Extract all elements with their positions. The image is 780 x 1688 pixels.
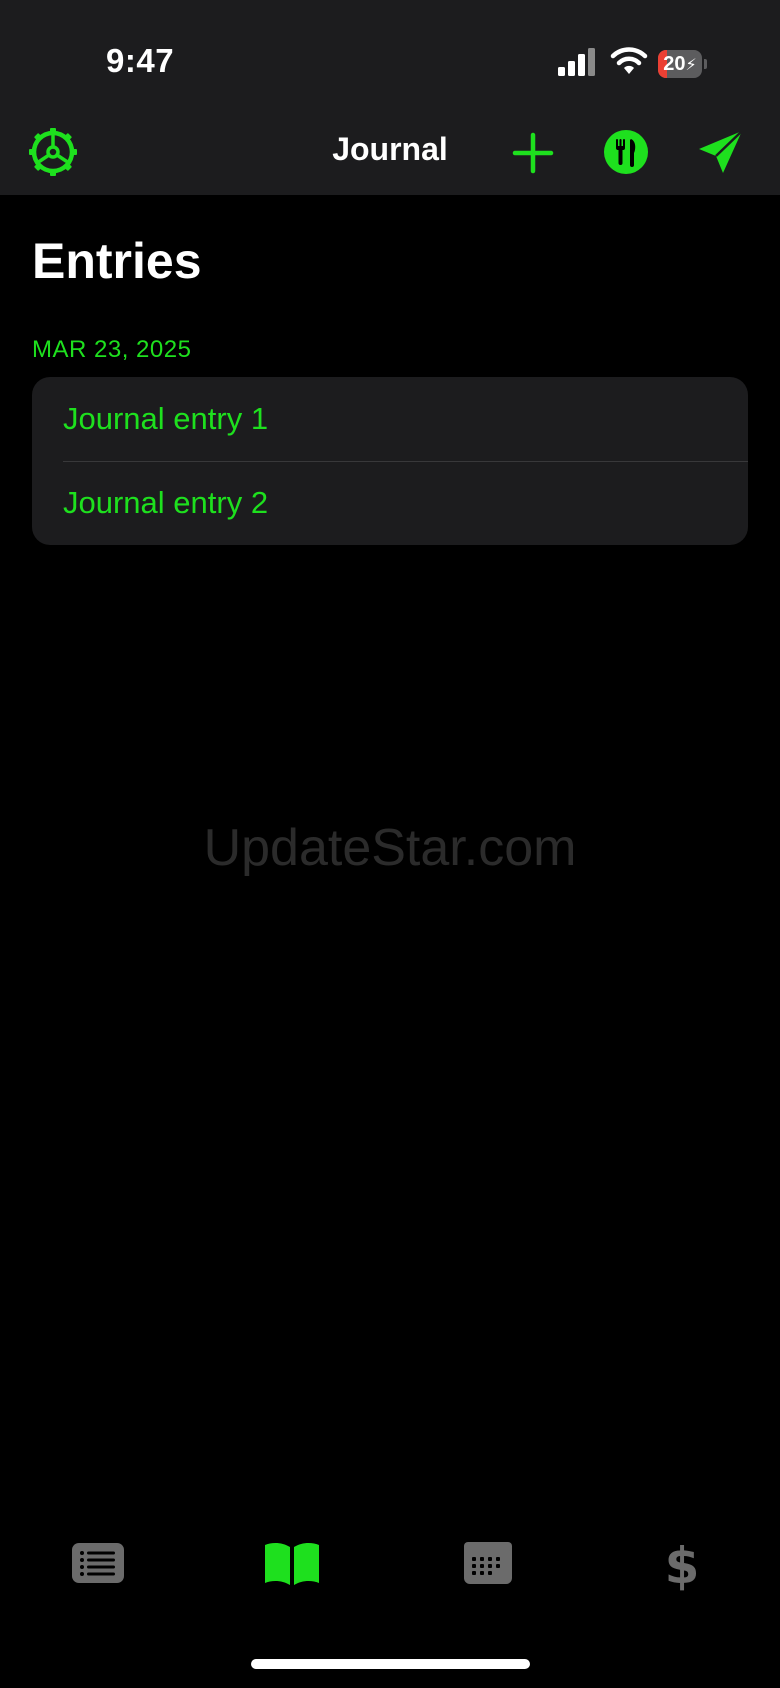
- battery-indicator: 20⚡: [658, 50, 708, 78]
- tab-book-icon[interactable]: [262, 1535, 322, 1591]
- journal-entry-title: Journal entry 2: [63, 485, 269, 520]
- gear-icon[interactable]: [28, 127, 78, 177]
- tab-dollar-icon[interactable]: $: [652, 1535, 712, 1591]
- tab-list-icon[interactable]: [68, 1535, 128, 1591]
- section-date-header: MAR 23, 2025: [32, 336, 192, 363]
- fork-knife-icon[interactable]: [601, 127, 651, 177]
- nav-title: Journal: [332, 131, 448, 167]
- home-indicator[interactable]: [251, 1659, 530, 1669]
- battery-percentage: 20: [663, 53, 686, 75]
- charging-bolt-icon: ⚡: [685, 57, 697, 74]
- journal-entry-row[interactable]: Journal entry 1: [32, 377, 748, 461]
- watermark-text: UpdateStar.com: [203, 819, 577, 877]
- battery-tip: [704, 59, 707, 69]
- top-bar: 9:47 20⚡ Journal: [0, 0, 780, 195]
- paper-plane-icon[interactable]: [696, 127, 746, 177]
- wifi-icon: [610, 47, 648, 74]
- cellular-signal-icon: [558, 48, 595, 76]
- journal-entry-list: Journal entry 1 Journal entry 2: [32, 377, 748, 545]
- status-time: 9:47: [106, 42, 175, 79]
- journal-entry-title: Journal entry 1: [63, 401, 269, 436]
- battery-body: 20⚡: [658, 50, 702, 78]
- svg-text:$: $: [665, 1537, 700, 1591]
- journal-entry-row[interactable]: Journal entry 2: [32, 461, 748, 545]
- tab-calendar-icon[interactable]: [458, 1535, 518, 1591]
- plus-icon[interactable]: [508, 128, 558, 178]
- page-title: Entries: [32, 233, 202, 289]
